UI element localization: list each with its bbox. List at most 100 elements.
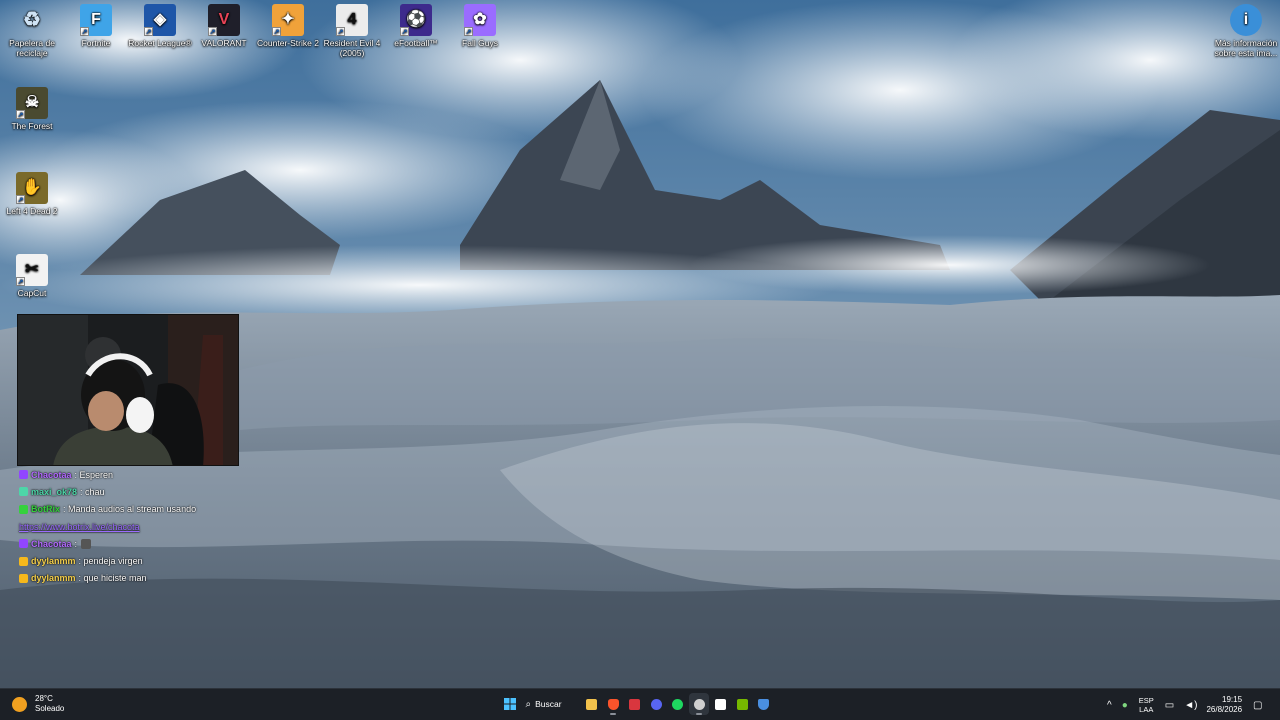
- rocket-league-icon: ◈ ↗: [144, 4, 176, 36]
- badge-icon: [19, 504, 28, 514]
- desktop-icon-recycle-bin[interactable]: ♻ Papelera de reciclaje: [0, 4, 64, 58]
- stream-chat: Chacotaa : Esperen maxi_ok78 : chau BotR…: [19, 466, 279, 587]
- keyboard-layout: LAA: [1139, 705, 1154, 714]
- brave-icon: [607, 698, 619, 710]
- left-4-dead-icon: ✋ ↗: [16, 172, 48, 204]
- spotlight-info-icon: i: [1230, 4, 1262, 36]
- desktop-icon-label: CapCut: [17, 288, 47, 298]
- weather-description: Soleado: [35, 704, 65, 713]
- calendar-icon: [629, 698, 640, 710]
- network-icon[interactable]: ▭: [1165, 700, 1174, 711]
- chat-message: Chacotaa :: [19, 535, 279, 552]
- obs-icon: [693, 698, 705, 710]
- clock-date: 26/8/2026: [1206, 705, 1243, 714]
- chat-text: : que hiciste man: [78, 573, 147, 584]
- taskbar-app-calendar[interactable]: [625, 693, 645, 715]
- taskbar-app-discord[interactable]: [646, 693, 666, 715]
- resident-evil-icon: 4 ↗: [336, 4, 368, 36]
- desktop-icon-label: Resident Evil 4 (2005): [323, 38, 381, 58]
- emote-icon: [81, 538, 92, 549]
- badge-icon: [19, 470, 28, 480]
- clock[interactable]: 19:15 26/8/2026: [1206, 695, 1242, 715]
- desktop-icon-label: Left 4 Dead 2: [6, 206, 58, 216]
- desktop-icon-counter-strike[interactable]: ✦ ↗ Counter-Strike 2: [256, 4, 320, 48]
- system-tray: ^ ● ESP LAA ▭ ◄) 19:15 26/8/2026 ▢: [1102, 693, 1268, 717]
- volume-icon[interactable]: ◄): [1184, 700, 1197, 711]
- valorant-icon: V ↗: [208, 4, 240, 36]
- desktop-icon-label: Fall Guys: [462, 38, 498, 48]
- start-button[interactable]: [500, 693, 520, 715]
- chat-message: maxi_ok78 : chau: [19, 483, 279, 500]
- chevron-up-icon[interactable]: ^: [1107, 700, 1112, 711]
- clock-time: 19:15: [1222, 695, 1243, 704]
- sun-icon: [12, 696, 27, 712]
- chat-link[interactable]: https://www.botrix.live/chacota: [19, 522, 140, 532]
- chat-text: : Manda audios al stream usando: [63, 504, 197, 515]
- desktop-icon-label: Rocket League®: [128, 38, 192, 48]
- weather-widget[interactable]: 28°C Soleado: [12, 694, 64, 714]
- taskbar-app-defender[interactable]: [754, 693, 774, 715]
- desktop-icon-label: eFootball™: [394, 38, 438, 48]
- weather-temperature: 28°C: [35, 694, 53, 703]
- chat-text: :: [74, 538, 78, 549]
- recycle-bin-icon: ♻: [23, 9, 41, 31]
- counter-strike-icon: ✦ ↗: [272, 4, 304, 36]
- desktop-icon-rocket-league[interactable]: ◈ ↗ Rocket League®: [128, 4, 192, 48]
- efootball-icon: ⚽ ↗: [400, 4, 432, 36]
- taskbar-app-file-explorer[interactable]: [582, 693, 602, 715]
- desktop-icon-fortnite[interactable]: F ↗ Fortnite: [64, 4, 128, 48]
- desktop-icon-label: Papelera de reciclaje: [9, 38, 55, 58]
- webcam-overlay: [17, 314, 239, 466]
- chat-username: Chacotaa: [31, 469, 72, 480]
- the-forest-icon: ☠ ↗: [16, 87, 48, 119]
- taskbar-apps: ⌕ Buscar: [500, 693, 775, 715]
- spotify-icon: [672, 698, 683, 710]
- taskbar-app-spotify[interactable]: [668, 693, 688, 715]
- chat-message: https://www.botrix.live/chacota: [19, 518, 279, 535]
- taskbar-app-nvidia[interactable]: [732, 693, 752, 715]
- language-indicator[interactable]: ESP LAA: [1139, 696, 1154, 714]
- taskbar-app-obs[interactable]: [689, 693, 709, 715]
- desktop-icon-spotlight-info[interactable]: i Más información sobre esta ima...: [1214, 4, 1278, 58]
- desktop-icon-label: Counter-Strike 2: [257, 38, 319, 48]
- chat-text: : Esperen: [74, 469, 114, 480]
- badge-icon: [19, 487, 28, 497]
- notification-bell-icon[interactable]: ▢: [1253, 700, 1262, 711]
- chat-username: BotRix: [31, 504, 60, 515]
- chat-message: dyylanmm : pendeja virgen: [19, 552, 279, 569]
- desktop-icon-label: Fortnite: [81, 38, 111, 48]
- desktop-icon-the-forest[interactable]: ☠ ↗ The Forest: [0, 87, 64, 131]
- language-code: ESP: [1138, 696, 1154, 705]
- desktop-icon-capcut[interactable]: ✂ ↗ CapCut: [0, 254, 64, 298]
- search-icon: ⌕: [525, 698, 532, 710]
- desktop-icon-left-4-dead[interactable]: ✋ ↗ Left 4 Dead 2: [0, 172, 64, 216]
- windows-icon: [504, 698, 516, 710]
- desktop-icon-valorant[interactable]: V ↗ VALORANT: [192, 4, 256, 48]
- microphone-icon[interactable]: ●: [1122, 700, 1128, 711]
- desktop-icon-label: Más información sobre esta ima...: [1214, 38, 1278, 58]
- fall-guys-icon: ✿ ↗: [464, 4, 496, 36]
- nvidia-icon: [736, 698, 748, 710]
- taskbar-app-brave[interactable]: [603, 693, 623, 715]
- desktop-icon-efootball[interactable]: ⚽ ↗ eFootball™: [384, 4, 448, 48]
- chat-username: dyylanmm: [31, 573, 76, 584]
- search-button[interactable]: ⌕ Buscar: [524, 693, 576, 715]
- file-explorer-icon: [586, 698, 597, 710]
- search-label: Buscar: [535, 699, 562, 709]
- badge-icon: [19, 556, 28, 566]
- chat-username: Chacotaa: [31, 538, 72, 549]
- chat-text: : pendeja virgen: [78, 556, 143, 567]
- taskbar-app-capcut[interactable]: [711, 693, 731, 715]
- desktop-icon-label: VALORANT: [201, 38, 247, 48]
- taskbar: 28°C Soleado ⌕ Buscar ^ ● ESP LAA ▭ ◄) 1…: [0, 688, 1280, 720]
- capcut-icon: ✂ ↗: [16, 254, 48, 286]
- badge-icon: [19, 573, 28, 583]
- badge-icon: [19, 539, 28, 549]
- chat-username: maxi_ok78: [31, 486, 78, 497]
- chat-message: Chacotaa : Esperen: [19, 466, 279, 483]
- defender-icon: [758, 698, 769, 710]
- desktop-icon-fall-guys[interactable]: ✿ ↗ Fall Guys: [448, 4, 512, 48]
- discord-icon: [650, 698, 662, 710]
- desktop-icon-resident-evil[interactable]: 4 ↗ Resident Evil 4 (2005): [320, 4, 384, 58]
- chat-message: BotRix : Manda audios al stream usando: [19, 501, 279, 518]
